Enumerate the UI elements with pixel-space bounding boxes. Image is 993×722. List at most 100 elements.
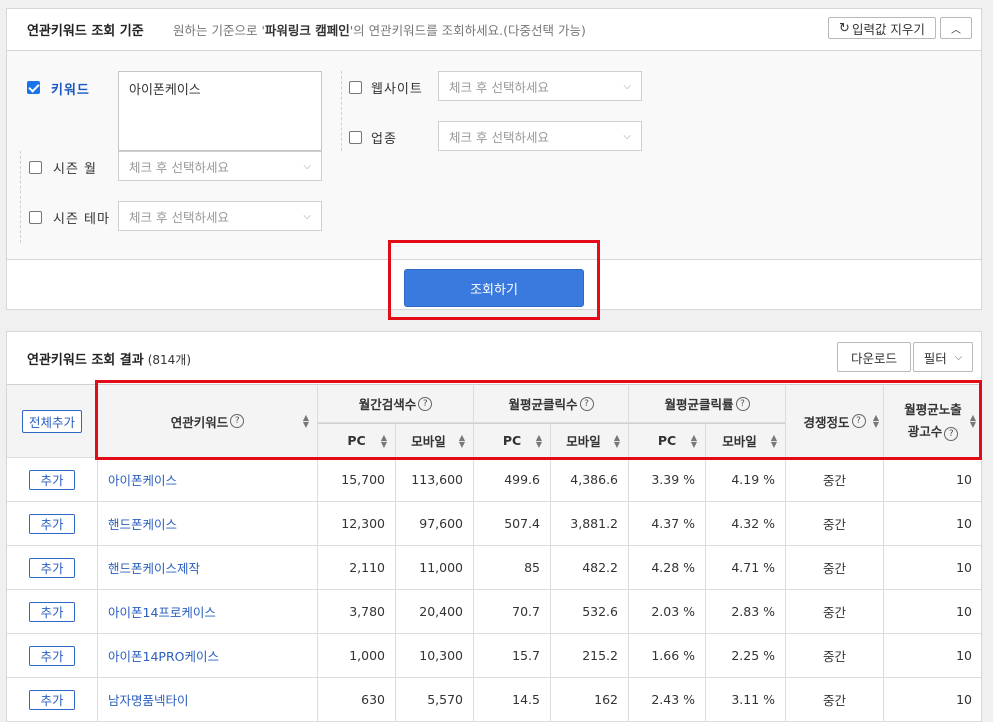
ctr-pc-header[interactable]: PC ▲ ▼ (629, 423, 706, 458)
chevron-down-icon: ⌵ (303, 210, 311, 222)
reset-input-button[interactable]: ↻ 입력값 지우기 (828, 17, 936, 39)
sort-icon[interactable]: ▲ ▼ (771, 433, 777, 448)
criteria-body: 키워드 아이폰케이스 시즌 월 체크 후 선택하세요 ⌵ 시즌 테마 체크 후 … (7, 51, 981, 260)
divider (341, 71, 342, 151)
keyword-cell[interactable]: 핸드폰케이스 (98, 502, 318, 546)
competition-cell: 중간 (786, 458, 884, 502)
add-button[interactable]: 추가 (29, 469, 75, 490)
ctr-mobile-cell: 2.25 % (706, 634, 786, 678)
website-label: 웹사이트 (371, 82, 423, 97)
add-cell: 추가 (7, 634, 98, 678)
search-button[interactable]: 조회하기 (404, 269, 584, 307)
chevron-down-icon: ⌵ (623, 80, 631, 92)
ad-count-column-header[interactable]: 월평균노출 광고수? ▲ ▼ (884, 384, 981, 458)
industry-checkbox[interactable] (349, 131, 362, 144)
keyword-cell[interactable]: 아이폰14PRO케이스 (98, 634, 318, 678)
season-theme-select[interactable]: 체크 후 선택하세요 ⌵ (118, 201, 322, 231)
add-button[interactable]: 추가 (29, 513, 75, 534)
sort-icon[interactable]: ▲ ▼ (691, 433, 697, 448)
ctr-pc-cell: 2.03 % (629, 590, 706, 634)
keyword-cell[interactable]: 남자명품넥타이 (98, 678, 318, 722)
search-mobile-cell: 113,600 (396, 458, 474, 502)
monthly-search-header: 월간검색수? (318, 384, 474, 423)
help-icon[interactable]: ? (851, 414, 866, 428)
clicks-mobile-header[interactable]: 모바일 ▲ ▼ (551, 423, 629, 458)
ctr-mobile-cell: 4.32 % (706, 502, 786, 546)
sort-icon[interactable]: ▲ ▼ (303, 414, 309, 429)
ctr-pc-cell: 4.37 % (629, 502, 706, 546)
add-button[interactable]: 추가 (29, 601, 75, 622)
add-button[interactable]: 추가 (29, 557, 75, 578)
keyword-checkbox[interactable] (27, 81, 40, 94)
keyword-textarea[interactable]: 아이폰케이스 (118, 71, 322, 151)
help-icon[interactable]: ? (944, 427, 959, 441)
ctr-mobile-cell: 3.11 % (706, 678, 786, 722)
clicks-pc-cell: 70.7 (474, 590, 551, 634)
industry-select[interactable]: 체크 후 선택하세요 ⌵ (438, 121, 642, 151)
results-header: 연관키워드 조회 결과 (814개) 다운로드 필터 ⌵ (7, 332, 981, 384)
clicks-pc-header[interactable]: PC ▲ ▼ (474, 423, 551, 458)
monthly-clicks-header: 월평균클릭수? (474, 384, 629, 423)
add-cell: 추가 (7, 458, 98, 502)
help-icon[interactable]: ? (579, 396, 594, 411)
search-pc-cell: 12,300 (318, 502, 396, 546)
keyword-label: 키워드 (51, 83, 90, 98)
results-count: (814개) (147, 353, 192, 367)
clicks-pc-cell: 85 (474, 546, 551, 590)
search-pc-cell: 3,780 (318, 590, 396, 634)
criteria-description: 원하는 기준으로 '파워링크 캠페인'의 연관키워드를 조회하세요.(다중선택 … (173, 23, 586, 38)
season-month-checkbox[interactable] (29, 161, 42, 174)
ad-count-cell: 10 (884, 458, 981, 502)
search-pc-header[interactable]: PC ▲ ▼ (318, 423, 396, 458)
add-button[interactable]: 추가 (29, 689, 75, 710)
clicks-mobile-cell: 532.6 (551, 590, 629, 634)
keyword-cell[interactable]: 아이폰케이스 (98, 458, 318, 502)
search-pc-cell: 15,700 (318, 458, 396, 502)
help-icon[interactable]: ? (230, 414, 245, 428)
add-button[interactable]: 추가 (29, 645, 75, 666)
add-cell: 추가 (7, 502, 98, 546)
search-pc-cell: 630 (318, 678, 396, 722)
search-mobile-cell: 97,600 (396, 502, 474, 546)
sort-icon[interactable]: ▲ ▼ (873, 414, 879, 429)
competition-cell: 중간 (786, 678, 884, 722)
ad-count-cell: 10 (884, 502, 981, 546)
add-all-button[interactable]: 전체추가 (21, 409, 82, 433)
search-mobile-cell: 5,570 (396, 678, 474, 722)
sort-icon[interactable]: ▲ ▼ (614, 433, 620, 448)
sort-icon[interactable]: ▲ ▼ (459, 433, 465, 448)
reset-icon: ↻ (839, 20, 850, 36)
divider (20, 151, 21, 243)
clicks-mobile-cell: 215.2 (551, 634, 629, 678)
criteria-panel: 연관키워드 조회 기준 원하는 기준으로 '파워링크 캠페인'의 연관키워드를 … (6, 8, 982, 310)
website-select[interactable]: 체크 후 선택하세요 ⌵ (438, 71, 642, 101)
ad-count-cell: 10 (884, 546, 981, 590)
results-title: 연관키워드 조회 결과 (814개) (27, 353, 192, 368)
ctr-mobile-header[interactable]: 모바일 ▲ ▼ (706, 423, 786, 458)
sort-icon[interactable]: ▲ ▼ (536, 433, 542, 448)
download-button[interactable]: 다운로드 (837, 342, 911, 372)
help-icon[interactable]: ? (418, 396, 433, 411)
help-icon[interactable]: ? (735, 396, 750, 411)
ctr-pc-cell: 4.28 % (629, 546, 706, 590)
keyword-cell[interactable]: 핸드폰케이스제작 (98, 546, 318, 590)
sort-icon[interactable]: ▲ ▼ (970, 414, 976, 429)
collapse-button[interactable]: ︿ (940, 17, 972, 39)
season-theme-checkbox[interactable] (29, 211, 42, 224)
ctr-pc-cell: 2.43 % (629, 678, 706, 722)
search-mobile-header[interactable]: 모바일 ▲ ▼ (396, 423, 474, 458)
sort-icon[interactable]: ▲ ▼ (381, 433, 387, 448)
keyword-column-header[interactable]: 연관키워드? ▲ ▼ (98, 384, 318, 458)
season-month-select[interactable]: 체크 후 선택하세요 ⌵ (118, 151, 322, 181)
industry-label: 업종 (371, 132, 397, 147)
clicks-mobile-cell: 4,386.6 (551, 458, 629, 502)
monthly-ctr-header: 월평균클릭률? (629, 384, 786, 423)
keyword-cell[interactable]: 아이폰14프로케이스 (98, 590, 318, 634)
filter-button[interactable]: 필터 ⌵ (913, 342, 973, 372)
ctr-mobile-cell: 2.83 % (706, 590, 786, 634)
website-checkbox[interactable] (349, 81, 362, 94)
search-mobile-cell: 20,400 (396, 590, 474, 634)
chevron-down-icon: ⌵ (303, 160, 311, 172)
ctr-mobile-cell: 4.19 % (706, 458, 786, 502)
competition-column-header[interactable]: 경쟁정도? ▲ ▼ (786, 384, 884, 458)
